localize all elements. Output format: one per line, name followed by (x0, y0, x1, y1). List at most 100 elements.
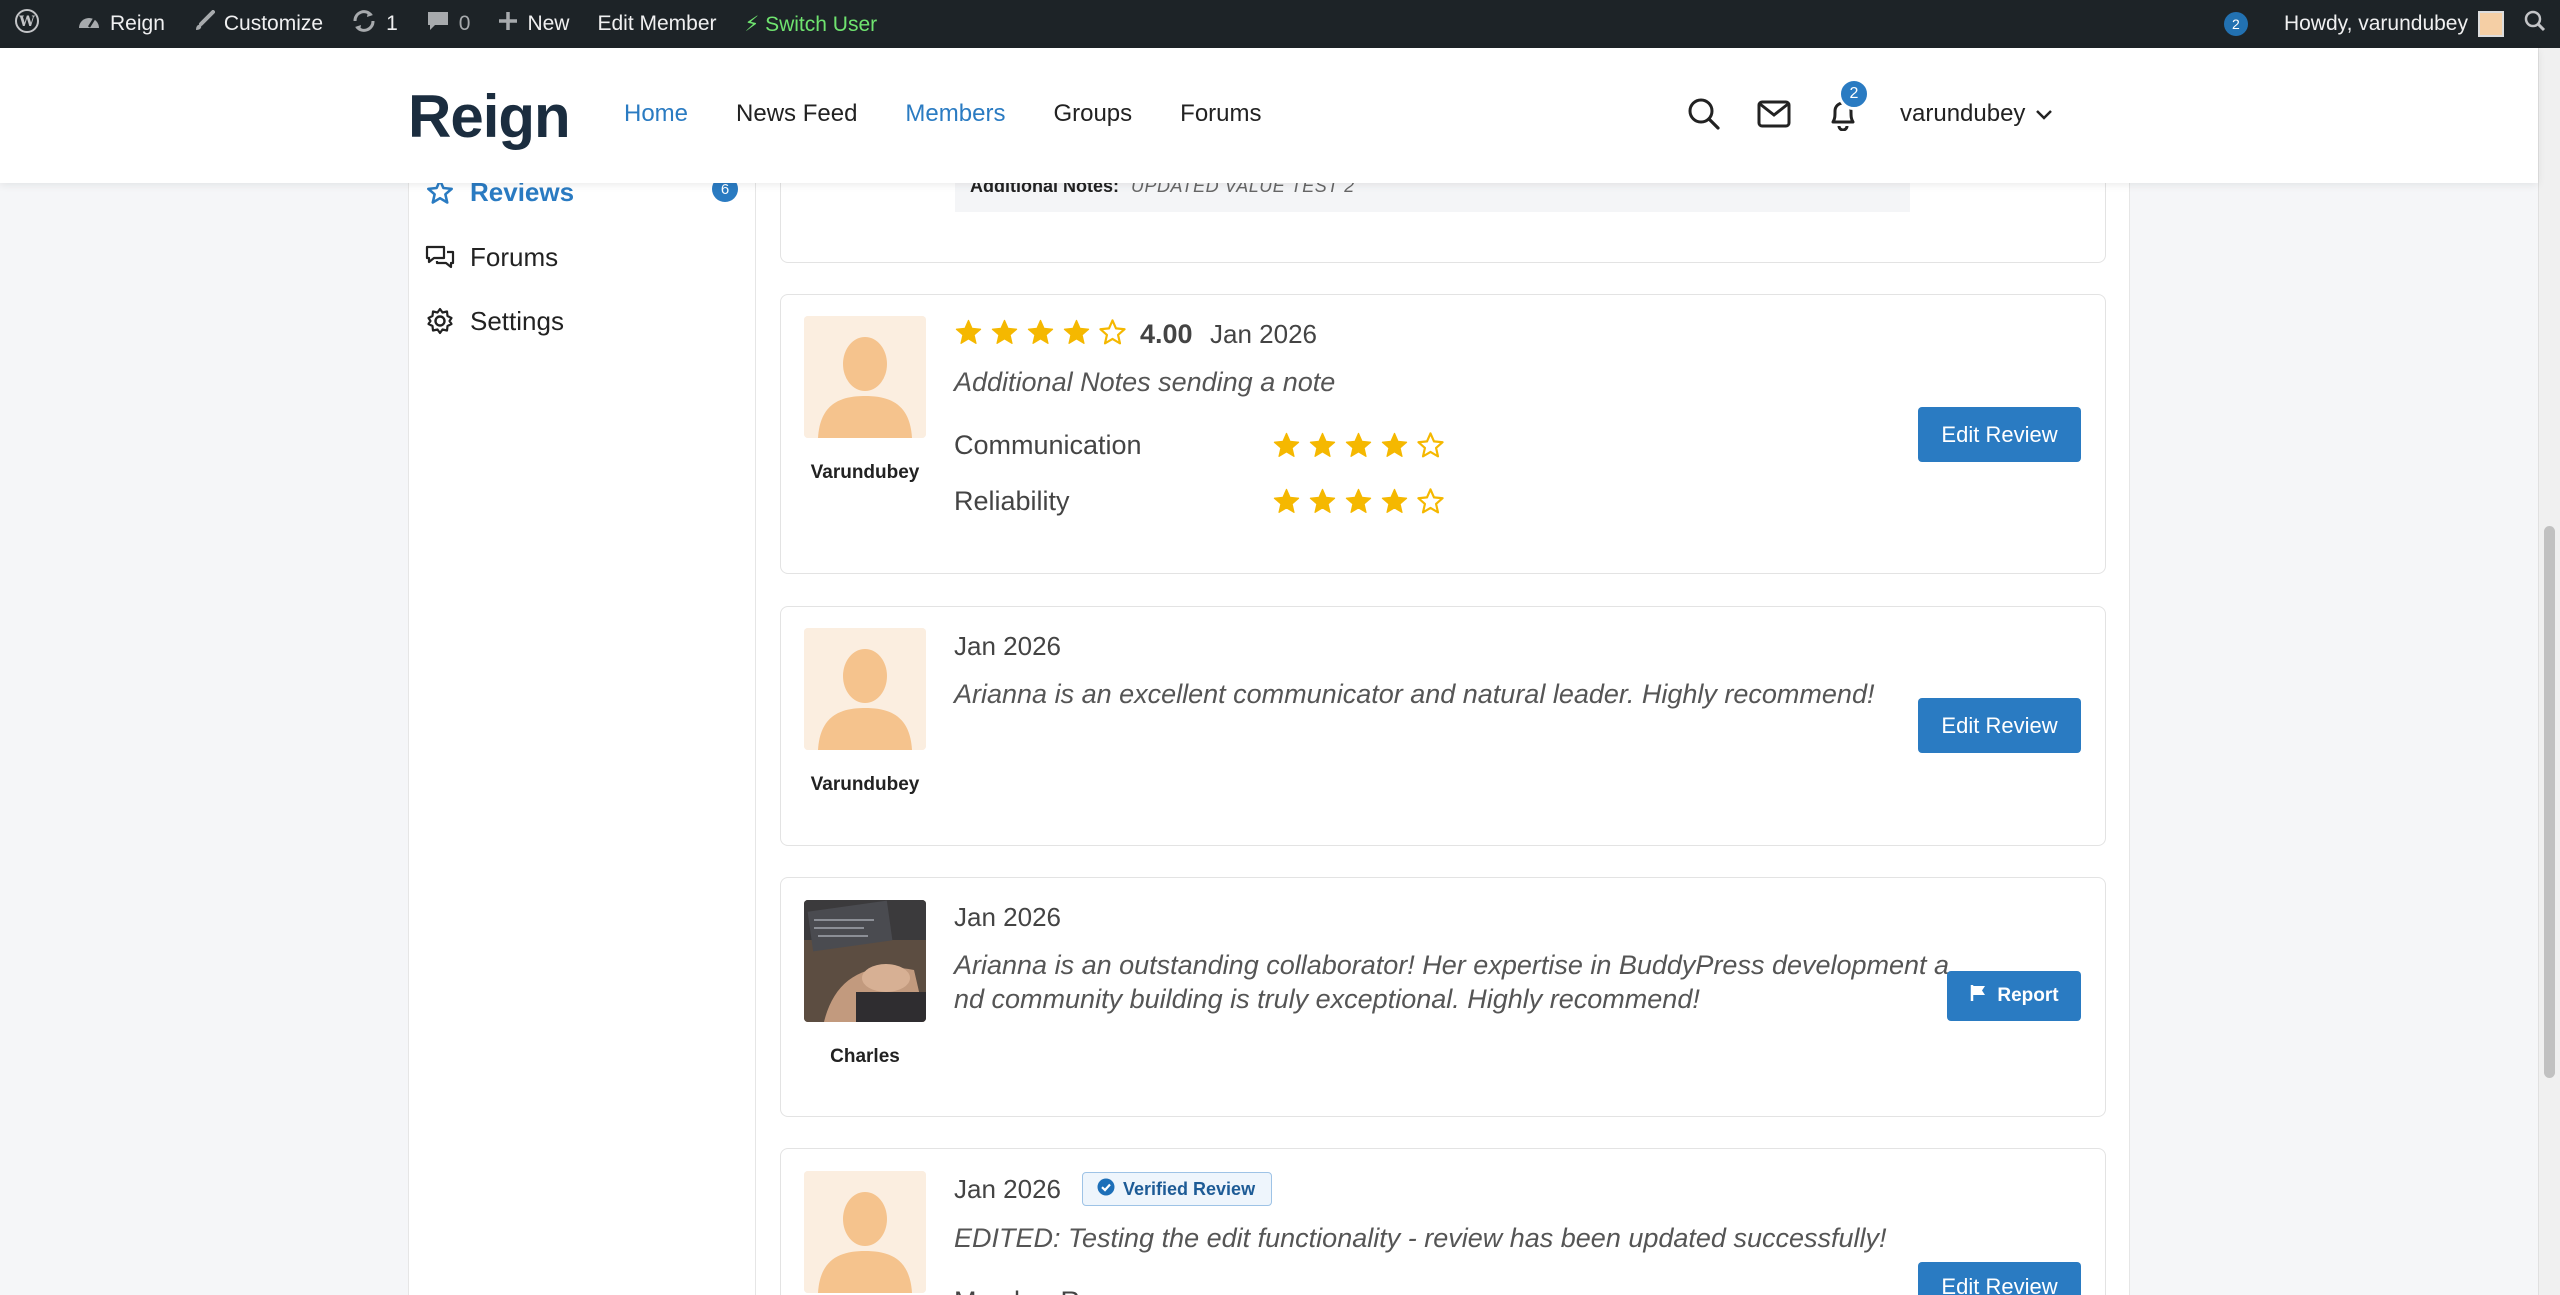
customize-link[interactable]: Customize (179, 0, 337, 48)
verified-review-label: Verified Review (1123, 1178, 1256, 1199)
nav-news-feed[interactable]: News Feed (736, 100, 857, 128)
rating-value: 4.00 (1140, 319, 1193, 349)
page-scrollbar[interactable] (2538, 48, 2560, 1295)
sidebar-item-label: Settings (470, 305, 564, 336)
search-icon (2524, 10, 2546, 38)
edit-member-label: Edit Member (597, 12, 717, 35)
chat-icon (424, 241, 456, 273)
sidebar-item-label: Forums (470, 241, 559, 272)
nav-members[interactable]: Members (905, 100, 1005, 128)
star-empty-icon (1099, 319, 1126, 345)
site-header: Reign Home News Feed Members Groups Foru… (0, 48, 2538, 183)
star-empty-icon (1417, 488, 1444, 514)
admin-bar-secondary: 2 Howdy, varundubey (2223, 0, 2560, 48)
profile-sidebar (408, 183, 756, 1295)
criteria-label: Communication (954, 430, 1142, 460)
switch-user-link[interactable]: ⚡ Switch User (731, 0, 892, 48)
updates-link[interactable]: 1 (337, 0, 412, 48)
comment-icon (426, 10, 450, 39)
edit-review-button[interactable]: Edit Review (1918, 698, 2081, 753)
wp-logo-menu[interactable]: W (0, 0, 63, 48)
site-logo[interactable]: Reign (408, 82, 571, 151)
nav-forums[interactable]: Forums (1180, 100, 1261, 128)
admin-search[interactable] (2510, 0, 2560, 48)
sidebar-item-forums[interactable]: Forums (424, 241, 558, 273)
user-name-label: varundubey (1900, 100, 2026, 127)
reviewer-avatar[interactable] (804, 1171, 926, 1293)
review-date: Jan 2026 (954, 902, 1061, 932)
report-button-label: Report (1997, 985, 2059, 1006)
review-text-line: Arianna is an outstanding collaborator! … (954, 950, 1950, 980)
wp-admin-bar: W Reign Customize 1 0 New Edit Member ⚡ (0, 0, 2560, 48)
criteria-stars (1272, 431, 1445, 460)
wordpress-icon: W (14, 8, 40, 41)
review-text: EDITED: Testing the edit functionality -… (954, 1223, 1887, 1253)
verified-review-badge: Verified Review (1082, 1172, 1273, 1206)
star-filled-icon (1063, 319, 1090, 344)
site-name-label: Reign (110, 12, 165, 35)
check-circle-icon (1097, 1178, 1115, 1201)
star-filled-icon (1309, 432, 1336, 457)
star-filled-icon (1345, 488, 1372, 513)
edit-review-button[interactable]: Edit Review (1918, 1262, 2081, 1295)
criteria-stars (1272, 487, 1445, 516)
review-date: Jan 2026 (1210, 319, 1317, 349)
reviewer-name[interactable]: Varundubey (804, 774, 926, 796)
report-button[interactable]: Report (1947, 971, 2081, 1021)
nav-home[interactable]: Home (624, 100, 688, 128)
svg-text:W: W (18, 14, 35, 30)
gear-icon (424, 305, 456, 337)
star-filled-icon (955, 319, 982, 344)
comments-link[interactable]: 0 (412, 0, 485, 48)
mail-icon[interactable] (1754, 94, 1794, 134)
edit-member-link[interactable]: Edit Member (583, 0, 730, 48)
criteria-label-partial: Member R (954, 1284, 1080, 1295)
star-filled-icon (1273, 432, 1300, 457)
new-content-menu[interactable]: New (484, 0, 583, 48)
user-menu[interactable]: varundubey (1900, 100, 2053, 128)
my-account-menu[interactable]: Howdy, varundubey (2270, 0, 2510, 48)
edit-review-button[interactable]: Edit Review (1918, 407, 2081, 462)
reviewer-name[interactable]: Charles (804, 1046, 926, 1068)
star-filled-icon (1309, 488, 1336, 513)
reviewer-avatar[interactable] (804, 316, 926, 438)
flag-icon (1969, 984, 1987, 1008)
scrollbar-thumb[interactable] (2544, 526, 2555, 1078)
switch-user-label: ⚡ Switch User (744, 12, 878, 36)
star-filled-icon (1345, 432, 1372, 457)
plus-icon (498, 10, 518, 38)
review-text: Arianna is an excellent communicator and… (954, 679, 1875, 709)
chevron-down-icon (2035, 100, 2053, 128)
howdy-label: Howdy, varundubey (2283, 12, 2468, 35)
admin-avatar (2478, 11, 2504, 37)
star-empty-icon (1417, 432, 1444, 458)
overall-rating-stars (954, 318, 1127, 347)
review-date: Jan 2026 (954, 1174, 1061, 1204)
customize-label: Customize (223, 12, 324, 35)
comments-count: 0 (458, 12, 471, 35)
updates-icon (351, 9, 377, 40)
site-name-menu[interactable]: Reign (63, 0, 179, 48)
review-text-line: nd community building is truly exception… (954, 984, 1700, 1014)
main-nav: Home News Feed Members Groups Forums (624, 100, 1262, 128)
new-label: New (527, 12, 570, 35)
header-search-icon[interactable] (1684, 94, 1724, 134)
criteria-label: Reliability (954, 486, 1070, 516)
star-filled-icon (1273, 488, 1300, 513)
star-filled-icon (1381, 432, 1408, 457)
star-filled-icon (1381, 488, 1408, 513)
admin-notification-badge[interactable]: 2 (2223, 12, 2248, 36)
updates-count: 1 (386, 12, 398, 35)
notification-count-badge: 2 (1838, 78, 1870, 110)
reviewer-name[interactable]: Varundubey (804, 462, 926, 484)
star-filled-icon (991, 319, 1018, 344)
nav-groups[interactable]: Groups (1053, 100, 1132, 128)
reviewer-avatar[interactable] (804, 628, 926, 750)
review-date: Jan 2026 (954, 631, 1061, 661)
star-filled-icon (1027, 319, 1054, 344)
sidebar-item-settings[interactable]: Settings (424, 305, 564, 337)
dashboard-icon (77, 10, 101, 39)
reviewer-avatar-photo[interactable] (804, 900, 926, 1022)
review-text: Additional Notes sending a note (954, 367, 1336, 397)
brush-icon (193, 9, 215, 39)
